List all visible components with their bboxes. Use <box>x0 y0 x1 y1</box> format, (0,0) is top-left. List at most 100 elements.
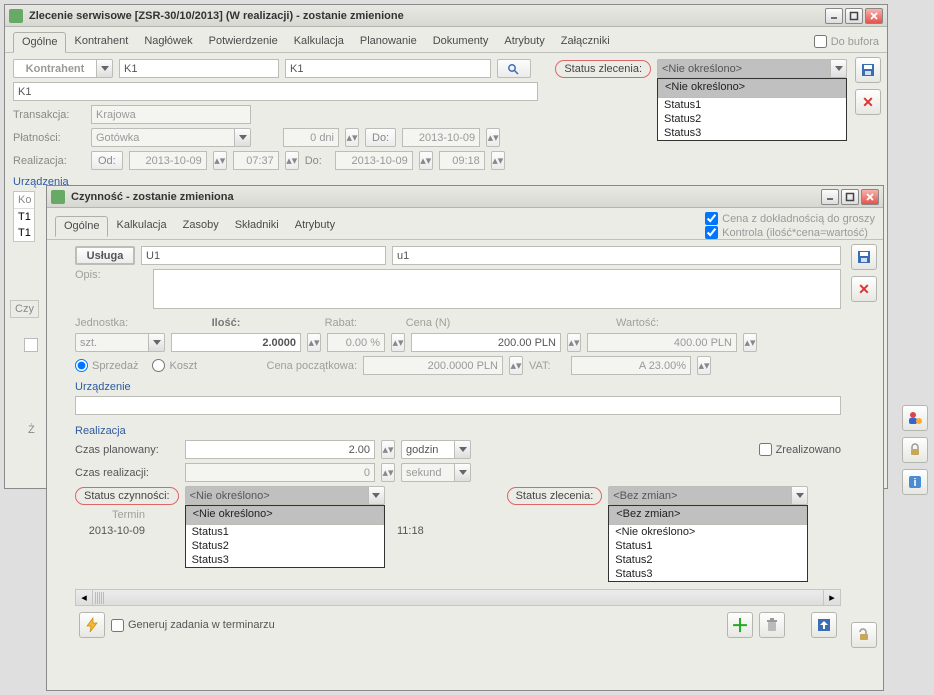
tab2-skladniki[interactable]: Składniki <box>227 216 287 235</box>
zlec-opt-1[interactable]: Status1 <box>609 539 807 553</box>
lookup-button[interactable] <box>497 59 531 78</box>
minimize-button-2[interactable] <box>821 189 839 205</box>
status-zlecenia-select-2[interactable] <box>608 486 791 505</box>
cancel-button[interactable]: ✕ <box>855 89 881 115</box>
generate-tasks-label: Generuj zadania w terminarzu <box>128 619 275 631</box>
status-czynnosci-caret[interactable] <box>368 486 385 505</box>
realizacja-od-time[interactable] <box>233 151 279 170</box>
tab2-ogolne[interactable]: Ogólne <box>55 216 108 237</box>
rabat-value[interactable] <box>327 333 385 352</box>
usluga-name[interactable] <box>392 246 841 265</box>
status-zlecenia-caret[interactable] <box>830 59 847 78</box>
user-icon[interactable] <box>902 405 928 431</box>
do-button[interactable]: Do: <box>365 128 396 147</box>
horizontal-scrollbar[interactable]: ◂ ▸ <box>75 589 841 606</box>
maximize-button[interactable] <box>845 8 863 24</box>
czas-plan-unit-caret[interactable] <box>454 440 471 459</box>
czyn-opt-nie-okreslono[interactable]: <Nie określono> <box>186 506 384 525</box>
close-button-2[interactable] <box>861 189 879 205</box>
usluga-code[interactable] <box>141 246 386 265</box>
status-zlecenia-select[interactable] <box>657 59 830 78</box>
zlec-opt-3[interactable]: Status3 <box>609 567 807 581</box>
tab-atrybuty[interactable]: Atrybuty <box>496 32 552 51</box>
export-button[interactable] <box>811 612 837 638</box>
close-button[interactable] <box>865 8 883 24</box>
status-czynnosci-dropdown[interactable]: <Nie określono> Status1 Status2 Status3 <box>185 505 385 568</box>
tab-dokumenty[interactable]: Dokumenty <box>425 32 497 51</box>
kontrahent-name[interactable] <box>285 59 491 78</box>
czas-plan-unit[interactable] <box>401 440 454 459</box>
czyn-opt-3[interactable]: Status3 <box>186 553 384 567</box>
control-checkbox[interactable]: Kontrola (ilość*cena=wartość) <box>705 226 868 239</box>
usluga-button[interactable]: Usługa <box>75 246 135 265</box>
save-button[interactable] <box>855 57 881 83</box>
scroll-left[interactable]: ◂ <box>76 590 93 605</box>
generate-tasks-checkbox[interactable]: Generuj zadania w terminarzu <box>111 619 275 632</box>
status-zlecenia-caret-2[interactable] <box>791 486 808 505</box>
precision-checkbox[interactable]: Cena z dokładnością do groszy <box>705 212 875 225</box>
tab2-kalkulacja[interactable]: Kalkulacja <box>108 216 174 235</box>
cancel-button-2[interactable]: ✕ <box>851 276 877 302</box>
tab-naglowek[interactable]: Nagłówek <box>136 32 200 51</box>
opis-textarea[interactable] <box>153 269 841 309</box>
czas-plan-input[interactable] <box>185 440 375 459</box>
platnosci-select[interactable] <box>91 128 234 147</box>
status-czynnosci-select[interactable] <box>185 486 368 505</box>
lightning-icon[interactable] <box>79 612 105 638</box>
zlec-opt-2[interactable]: Status2 <box>609 553 807 567</box>
jednostka-select[interactable] <box>75 333 148 352</box>
tab2-atrybuty[interactable]: Atrybuty <box>287 216 343 235</box>
urzadzenie-input[interactable] <box>75 396 841 415</box>
tab2-zasoby[interactable]: Zasoby <box>175 216 227 235</box>
tab-kontrahent[interactable]: Kontrahent <box>66 32 136 51</box>
tab-planowanie[interactable]: Planowanie <box>352 32 425 51</box>
save-button-2[interactable] <box>851 244 877 270</box>
status-opt-nie-okreslono[interactable]: <Nie określono> <box>658 79 846 98</box>
minimize-button[interactable] <box>825 8 843 24</box>
czas-real-unit-caret[interactable] <box>454 463 471 482</box>
kontrahent-caret[interactable] <box>96 59 113 78</box>
status-opt-2[interactable]: Status2 <box>658 112 846 126</box>
cena-input[interactable] <box>411 333 561 352</box>
od-button[interactable]: Od: <box>91 151 123 170</box>
status-czynnosci-label: Status czynności: <box>75 487 179 505</box>
zrealizowano-checkbox[interactable]: Zrealizowano <box>759 443 841 456</box>
koszt-radio[interactable]: Koszt <box>152 359 197 372</box>
scroll-thumb[interactable] <box>95 592 105 604</box>
ilosc-input[interactable] <box>171 333 301 352</box>
zlec-opt-nie-okreslono[interactable]: <Nie określono> <box>609 525 807 539</box>
platnosci-caret[interactable] <box>234 128 251 147</box>
czyn-opt-2[interactable]: Status2 <box>186 539 384 553</box>
czyn-opt-1[interactable]: Status1 <box>186 525 384 539</box>
k1-line[interactable] <box>13 82 538 101</box>
tab-zalaczniki[interactable]: Załączniki <box>553 32 618 51</box>
tab-kalkulacja[interactable]: Kalkulacja <box>286 32 352 51</box>
checkbox-fragment[interactable] <box>24 338 38 352</box>
status-opt-1[interactable]: Status1 <box>658 98 846 112</box>
tab-potwierdzenie[interactable]: Potwierdzenie <box>201 32 286 51</box>
kontrahent-button[interactable] <box>13 59 96 78</box>
unlock-icon[interactable] <box>851 622 877 648</box>
sprzedaz-radio[interactable]: Sprzedaż <box>75 359 138 372</box>
jednostka-caret[interactable] <box>148 333 165 352</box>
delete-button[interactable] <box>759 612 785 638</box>
window-title-2: Czynność - zostanie zmieniona <box>71 191 821 203</box>
status-zlecenia-dropdown[interactable]: <Nie określono> Status1 Status2 Status3 <box>657 78 847 141</box>
realizacja-do-date[interactable] <box>335 151 413 170</box>
czas-real-label: Czas realizacji: <box>75 467 179 479</box>
tab-ogolne[interactable]: Ogólne <box>13 32 66 53</box>
lock-icon[interactable] <box>902 437 928 463</box>
maximize-button-2[interactable] <box>841 189 859 205</box>
kontrahent-code[interactable] <box>119 59 279 78</box>
status-opt-3[interactable]: Status3 <box>658 126 846 140</box>
status-zlecenia-dropdown-2[interactable]: <Bez zmian> <Nie określono> Status1 Stat… <box>608 505 808 582</box>
realizacja-od-date[interactable] <box>129 151 207 170</box>
titlebar-2: Czynność - zostanie zmieniona <box>47 186 883 208</box>
zlec-opt-bez-zmian[interactable]: <Bez zmian> <box>609 506 807 525</box>
info-icon[interactable]: i <box>902 469 928 495</box>
to-buffer-checkbox[interactable]: Do bufora <box>814 35 879 48</box>
scroll-right[interactable]: ▸ <box>823 590 840 605</box>
realizacja-do-time[interactable] <box>439 151 485 170</box>
ilosc-label: Ilość: <box>171 317 281 329</box>
add-button[interactable]: ＋ <box>727 612 753 638</box>
